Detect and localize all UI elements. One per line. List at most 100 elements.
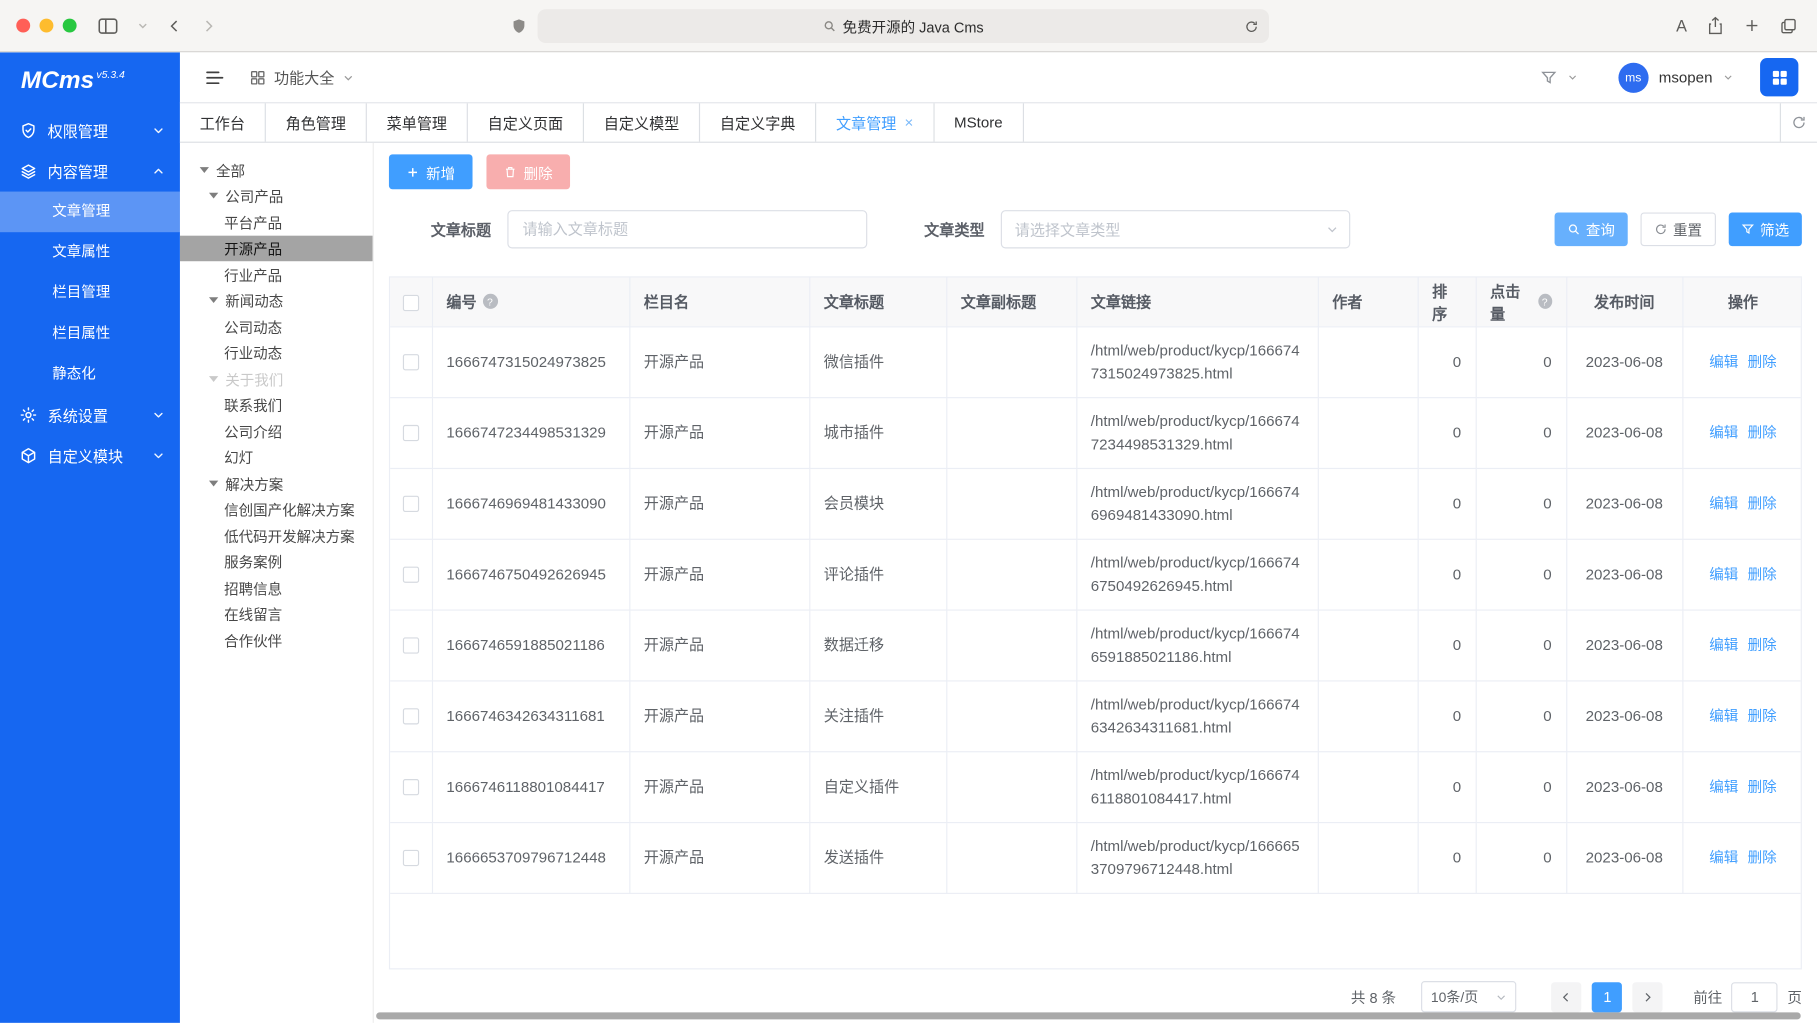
sidebar-subitem-1[interactable]: 文章属性	[0, 232, 180, 273]
page-size-select[interactable]: 10条/页	[1422, 981, 1517, 1012]
delete-link[interactable]: 删除	[1748, 495, 1777, 511]
edit-link[interactable]: 编辑	[1709, 495, 1738, 511]
edit-link[interactable]: 编辑	[1709, 708, 1738, 724]
sidebar-item-0[interactable]: 权限管理	[0, 110, 180, 151]
scrollbar-thumb[interactable]	[376, 1012, 1800, 1019]
sidebar-toggle-icon[interactable]	[98, 17, 119, 34]
row-checkbox[interactable]	[403, 709, 419, 725]
sidebar-item-2[interactable]: 系统设置	[0, 395, 180, 436]
chevron-down-icon[interactable]	[137, 20, 149, 32]
zoom-window-button[interactable]	[63, 19, 77, 33]
tree-node-5[interactable]: 新闻动态	[180, 287, 373, 313]
delete-link[interactable]: 删除	[1748, 566, 1777, 582]
reload-icon[interactable]	[1245, 19, 1259, 33]
tab-7[interactable]: MStore	[934, 103, 1023, 141]
delete-link[interactable]: 删除	[1748, 708, 1777, 724]
reset-button[interactable]: 重置	[1640, 212, 1715, 246]
tab-3[interactable]: 自定义页面	[468, 103, 584, 141]
sidebar-item-1[interactable]: 内容管理	[0, 151, 180, 192]
next-page-button[interactable]	[1633, 982, 1663, 1012]
type-filter-select[interactable]: 请选择文章类型	[1001, 210, 1350, 248]
tree-node-7[interactable]: 行业动态	[180, 340, 373, 366]
sidebar-subitem-0[interactable]: 文章管理	[0, 192, 180, 233]
delete-link[interactable]: 删除	[1748, 424, 1777, 440]
tree-node-11[interactable]: 幻灯	[180, 444, 373, 470]
add-button[interactable]: 新增	[389, 154, 473, 189]
close-window-button[interactable]	[16, 19, 30, 33]
edit-link[interactable]: 编辑	[1709, 849, 1738, 865]
minimize-window-button[interactable]	[39, 19, 53, 33]
title-filter-input[interactable]	[507, 210, 867, 248]
delete-link[interactable]: 删除	[1748, 637, 1777, 653]
column-header-author[interactable]: 作者	[1318, 277, 1418, 326]
tabs-overview-icon[interactable]	[1780, 17, 1797, 34]
tab-5[interactable]: 自定义字典	[700, 103, 816, 141]
edit-link[interactable]: 编辑	[1709, 424, 1738, 440]
sidebar-subitem-4[interactable]: 静态化	[0, 354, 180, 395]
share-icon[interactable]	[1707, 16, 1724, 35]
help-icon[interactable]: ?	[482, 294, 497, 309]
tab-1[interactable]: 角色管理	[266, 103, 367, 141]
tree-node-4[interactable]: 行业产品	[180, 261, 373, 287]
tree-node-16[interactable]: 招聘信息	[180, 575, 373, 601]
column-header-title[interactable]: 文章标题	[809, 277, 946, 326]
tab-4[interactable]: 自定义模型	[584, 103, 700, 141]
column-header-date[interactable]: 发布时间	[1566, 277, 1682, 326]
sidebar-subitem-3[interactable]: 栏目属性	[0, 313, 180, 354]
tree-node-13[interactable]: 信创国产化解决方案	[180, 496, 373, 522]
current-page-button[interactable]: 1	[1592, 982, 1622, 1012]
username[interactable]: msopen	[1659, 68, 1713, 85]
edit-link[interactable]: 编辑	[1709, 779, 1738, 795]
row-checkbox[interactable]	[403, 850, 419, 866]
column-header-id[interactable]: 编号?	[432, 277, 629, 326]
horizontal-scrollbar[interactable]	[376, 1012, 1814, 1019]
text-size-icon[interactable]: A	[1676, 16, 1687, 35]
tree-node-9[interactable]: 联系我们	[180, 392, 373, 418]
delete-link[interactable]: 删除	[1748, 849, 1777, 865]
filter-button[interactable]: 筛选	[1729, 212, 1802, 246]
menu-collapse-icon[interactable]	[205, 69, 224, 85]
tree-node-18[interactable]: 合作伙伴	[180, 627, 373, 653]
close-tab-icon[interactable]: ×	[905, 115, 914, 130]
goto-page-input[interactable]	[1732, 982, 1778, 1012]
prev-page-button[interactable]	[1552, 982, 1582, 1012]
column-header-clicks[interactable]: 点击量?	[1476, 277, 1567, 326]
edit-link[interactable]: 编辑	[1709, 566, 1738, 582]
edit-link[interactable]: 编辑	[1709, 354, 1738, 370]
new-tab-icon[interactable]	[1744, 17, 1760, 33]
column-header-link[interactable]: 文章链接	[1076, 277, 1317, 326]
user-avatar[interactable]: ms	[1618, 62, 1648, 92]
help-icon[interactable]: ?	[1538, 294, 1552, 309]
row-checkbox[interactable]	[403, 567, 419, 583]
forward-icon[interactable]	[201, 17, 216, 34]
row-checkbox[interactable]	[403, 354, 419, 370]
tree-node-14[interactable]: 低代码开发解决方案	[180, 522, 373, 548]
row-checkbox[interactable]	[403, 638, 419, 654]
tab-2[interactable]: 菜单管理	[367, 103, 468, 141]
tab-0[interactable]: 工作台	[180, 103, 266, 141]
sidebar-subitem-2[interactable]: 栏目管理	[0, 273, 180, 314]
column-header-sort[interactable]: 排序	[1418, 277, 1476, 326]
tree-node-15[interactable]: 服务案例	[180, 549, 373, 575]
tab-6[interactable]: 文章管理×	[816, 103, 934, 141]
funnel-icon[interactable]	[1540, 69, 1556, 85]
delete-button[interactable]: 删除	[486, 154, 570, 189]
tree-node-0[interactable]: 全部	[180, 157, 373, 183]
app-menu[interactable]: 功能大全	[250, 66, 355, 88]
back-icon[interactable]	[167, 17, 182, 34]
refresh-tabs-icon[interactable]	[1780, 103, 1817, 141]
tree-node-2[interactable]: 平台产品	[180, 209, 373, 235]
edit-link[interactable]: 编辑	[1709, 637, 1738, 653]
select-all-checkbox[interactable]	[403, 294, 419, 310]
query-button[interactable]: 查询	[1555, 212, 1628, 246]
row-checkbox[interactable]	[403, 496, 419, 512]
apps-grid-button[interactable]	[1760, 58, 1798, 96]
sidebar-item-3[interactable]: 自定义模块	[0, 435, 180, 476]
tree-node-3[interactable]: 开源产品	[180, 235, 373, 261]
row-checkbox[interactable]	[403, 425, 419, 441]
tree-node-17[interactable]: 在线留言	[180, 601, 373, 627]
column-header-category[interactable]: 栏目名	[629, 277, 809, 326]
column-header-subtitle[interactable]: 文章副标题	[946, 277, 1076, 326]
delete-link[interactable]: 删除	[1748, 354, 1777, 370]
column-header-ops[interactable]: 操作	[1682, 277, 1802, 326]
